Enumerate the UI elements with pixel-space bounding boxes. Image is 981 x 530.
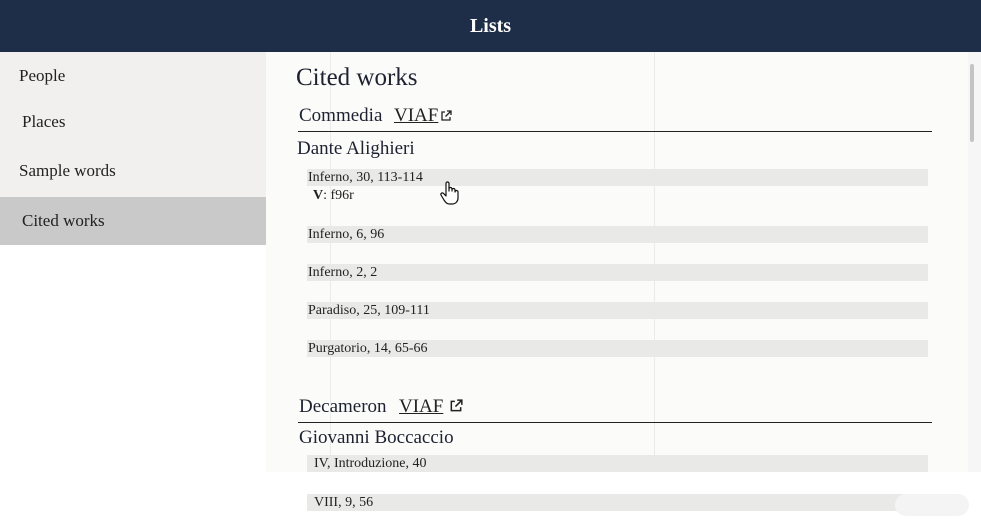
external-link-icon [440, 106, 452, 128]
viaf-link[interactable]: VIAF [399, 396, 463, 419]
sidebar-item-label: Places [22, 111, 66, 131]
app-title: Lists [469, 14, 512, 37]
sidebar-item-sample-words[interactable]: Sample words [0, 147, 266, 194]
work-header-commedia: Commedia VIAF [298, 103, 932, 132]
cited-works-panel: Cited works Commedia VIAF Dante Alighier… [266, 52, 968, 472]
sidebar-item-label: Sample words [19, 160, 116, 180]
page-title: Cited works [296, 64, 418, 91]
author-name: Dante Alighieri [297, 138, 415, 159]
reference-item[interactable]: Inferno, 30, 113-114 [307, 169, 928, 186]
witness-line: V: f96r [313, 188, 354, 204]
reference-item[interactable]: Inferno, 6, 96 [307, 226, 928, 243]
sidebar-item-people[interactable]: People [0, 52, 266, 99]
lists-sidebar: People Places Sample words Cited works [0, 52, 266, 245]
witness-folio: : f96r [323, 188, 354, 203]
reference-text: Paradiso, 25, 109-111 [308, 303, 430, 318]
witness-siglum: V [313, 188, 324, 203]
work-title: Decameron [299, 396, 387, 417]
scrollbar-thumb[interactable] [970, 64, 974, 142]
viaf-link-label: VIAF [394, 105, 439, 126]
reference-text: Inferno, 6, 96 [308, 227, 385, 242]
viaf-link-label: VIAF [399, 396, 444, 417]
sidebar-item-label: Cited works [22, 211, 105, 230]
sidebar-item-places[interactable]: Places [0, 98, 266, 145]
reference-text: VIII, 9, 56 [314, 495, 374, 510]
sidebar-item-cited-works[interactable]: Cited works [0, 197, 266, 245]
hand-cursor-icon [439, 180, 461, 211]
reference-text: Purgatorio, 14, 65-66 [308, 341, 428, 356]
reference-item[interactable]: IV, Introduzione, 40 [307, 455, 928, 472]
author-name: Giovanni Boccaccio [299, 427, 454, 448]
external-link-icon [449, 397, 463, 419]
reference-text: IV, Introduzione, 40 [314, 456, 427, 471]
reference-item[interactable]: Paradiso, 25, 109-111 [307, 302, 928, 319]
app-header: Lists [0, 0, 981, 52]
reference-text: Inferno, 30, 113-114 [308, 170, 423, 185]
work-title: Commedia [299, 105, 383, 126]
viaf-link[interactable]: VIAF [394, 105, 452, 128]
reference-item[interactable]: VIII, 9, 56 [307, 494, 928, 511]
reference-item[interactable]: Inferno, 2, 2 [307, 264, 928, 281]
reference-item[interactable]: Purgatorio, 14, 65-66 [307, 340, 928, 357]
sidebar-item-label: People [19, 65, 66, 85]
reference-text: Inferno, 2, 2 [308, 265, 378, 280]
bottom-area: VIII, 9, 56 [0, 472, 981, 530]
corner-button[interactable] [895, 494, 969, 516]
work-header-decameron: Decameron VIAF [298, 394, 932, 423]
